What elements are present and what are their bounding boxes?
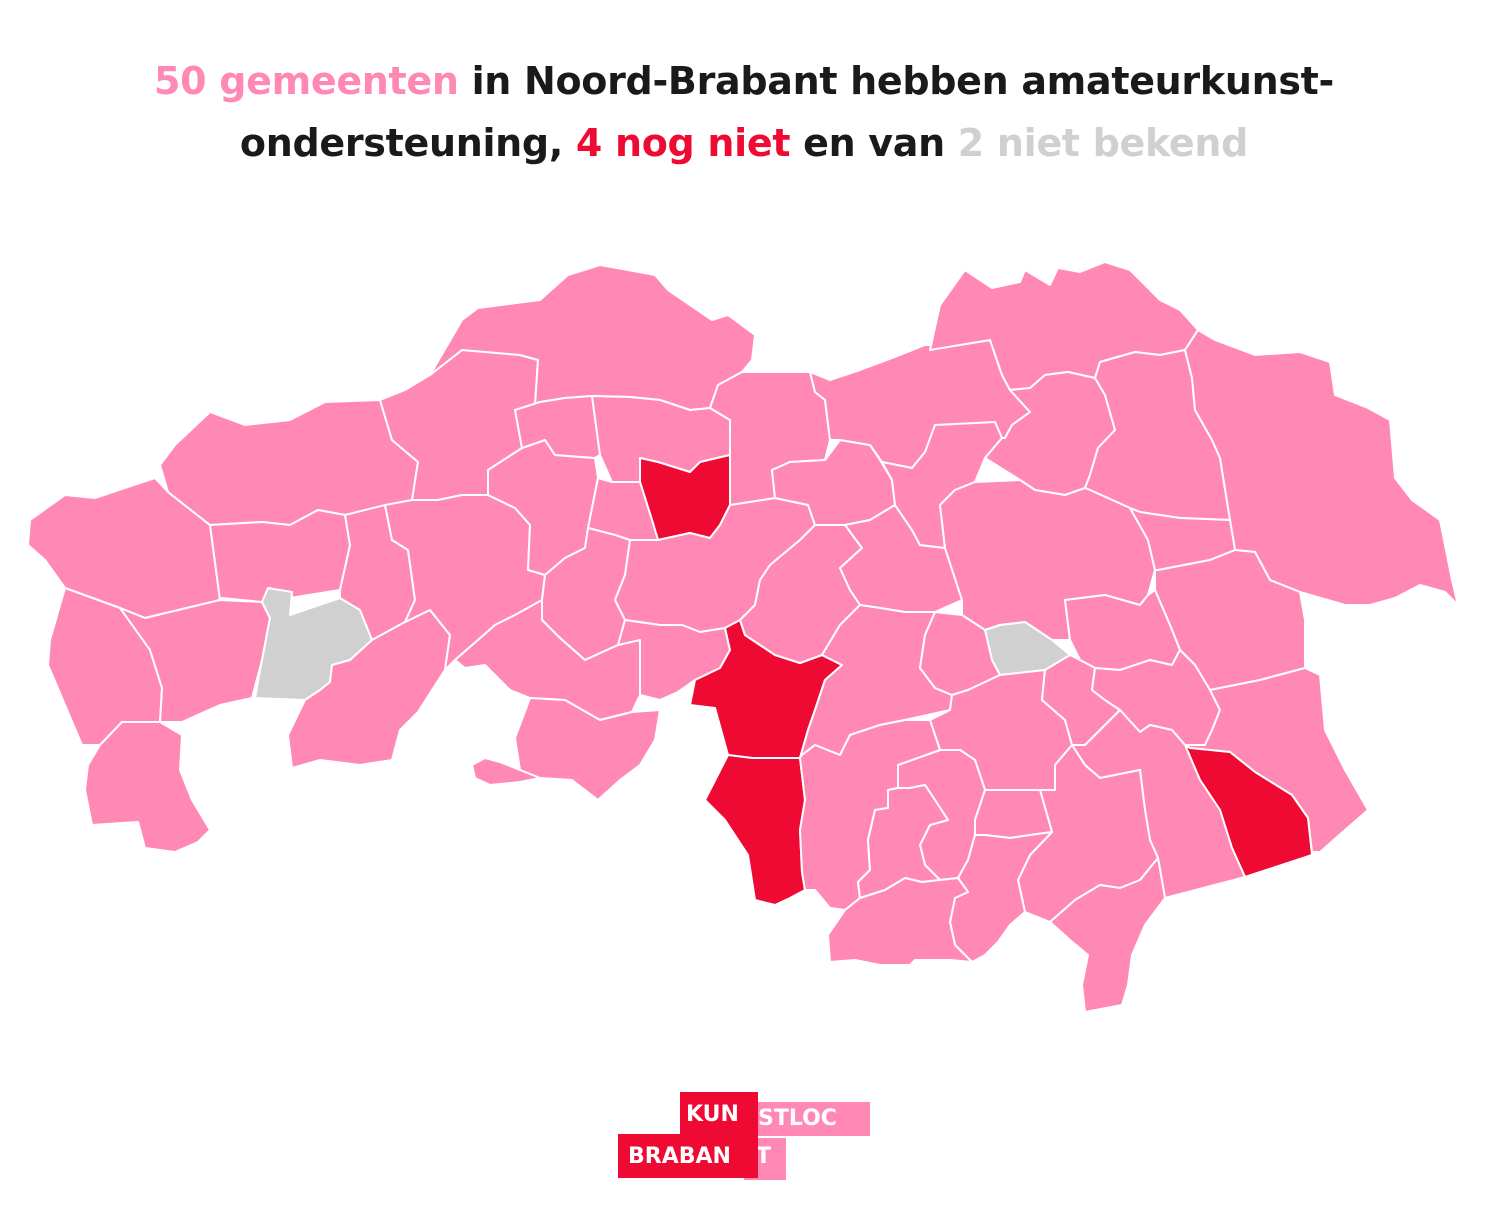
- municipality[interactable]: [84, 721, 211, 853]
- logo-block-bottom-left: BRABAN: [618, 1134, 758, 1178]
- province-map: [27, 261, 1459, 1013]
- municipality[interactable]: [514, 697, 661, 801]
- logo-block-top-left: KUN: [680, 1092, 758, 1134]
- municipality[interactable]: [209, 509, 351, 603]
- logo-text-top-right: STLOC: [758, 1106, 837, 1131]
- municipality[interactable]: [974, 789, 1053, 839]
- logo-text-bottom-left: BRABAN: [628, 1144, 731, 1169]
- logo-text-bottom-right: T: [756, 1144, 772, 1169]
- logo-text-top-left: KUN: [686, 1102, 739, 1127]
- municipality-without-support[interactable]: [704, 754, 806, 906]
- kunstloc-brabant-logo[interactable]: STLOC KUN T BRABAN: [618, 1092, 870, 1182]
